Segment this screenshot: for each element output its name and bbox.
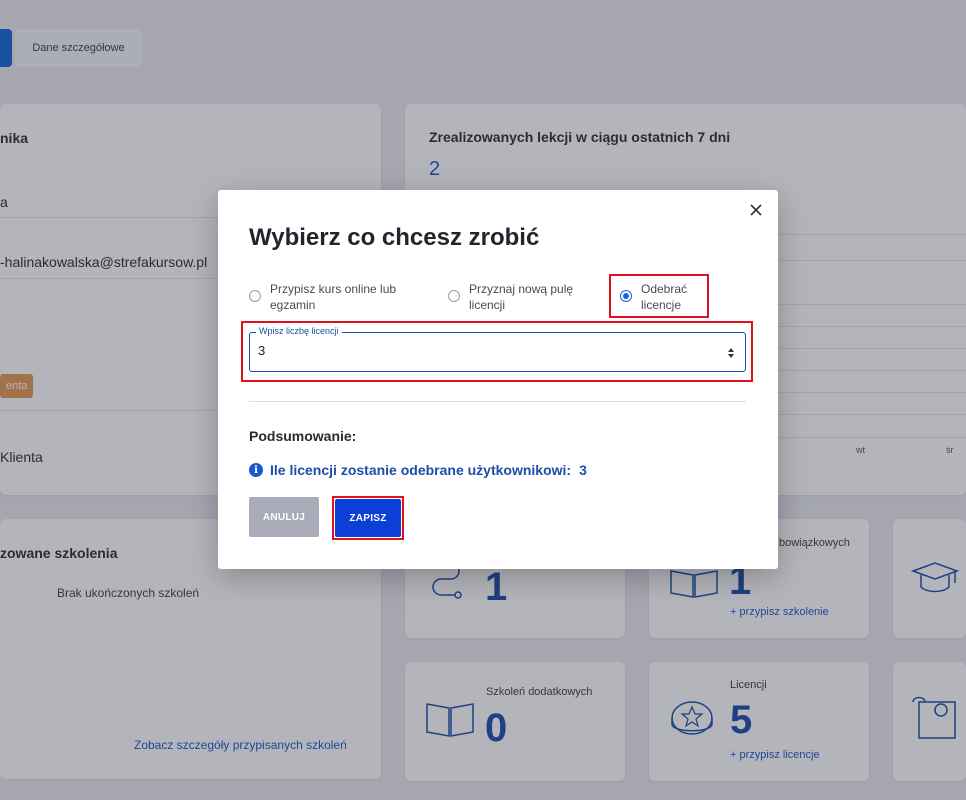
info-icon: i	[249, 463, 263, 477]
radio-assign-course[interactable]	[249, 290, 261, 302]
save-button[interactable]: ZAPISZ	[335, 499, 401, 537]
option-grant-licenses[interactable]: Przyznaj nową pulę licencji	[448, 281, 573, 313]
summary-text: Ile licencji zostanie odebrane użytkowni…	[270, 462, 572, 478]
option-label: Przyznaj nową pulę licencji	[469, 282, 574, 312]
action-modal: Wybierz co chcesz zrobić Przypisz kurs o…	[218, 190, 778, 569]
radio-revoke-licenses[interactable]	[620, 290, 632, 302]
option-revoke-licenses[interactable]: Odebrać licencje	[620, 281, 687, 313]
license-count-label: Wpisz liczbę licencji	[256, 326, 342, 336]
option-label: Odebrać licencje	[641, 282, 688, 312]
close-icon[interactable]	[748, 202, 764, 218]
license-count-field[interactable]: Wpisz liczbę licencji	[249, 326, 746, 372]
summary-line: i Ile licencji zostanie odebrane użytkow…	[249, 462, 587, 478]
summary-value: 3	[579, 462, 587, 478]
number-spinner-icon[interactable]	[727, 347, 735, 359]
modal-title: Wybierz co chcesz zrobić	[249, 224, 540, 251]
cancel-button[interactable]: ANULUJ	[249, 497, 319, 537]
divider	[249, 401, 746, 402]
summary-title: Podsumowanie:	[249, 428, 357, 444]
option-assign-course[interactable]: Przypisz kurs online lub egzamin	[249, 281, 396, 313]
option-label: Przypisz kurs online lub egzamin	[270, 282, 397, 312]
radio-grant-licenses[interactable]	[448, 290, 460, 302]
license-count-input[interactable]	[258, 343, 698, 358]
